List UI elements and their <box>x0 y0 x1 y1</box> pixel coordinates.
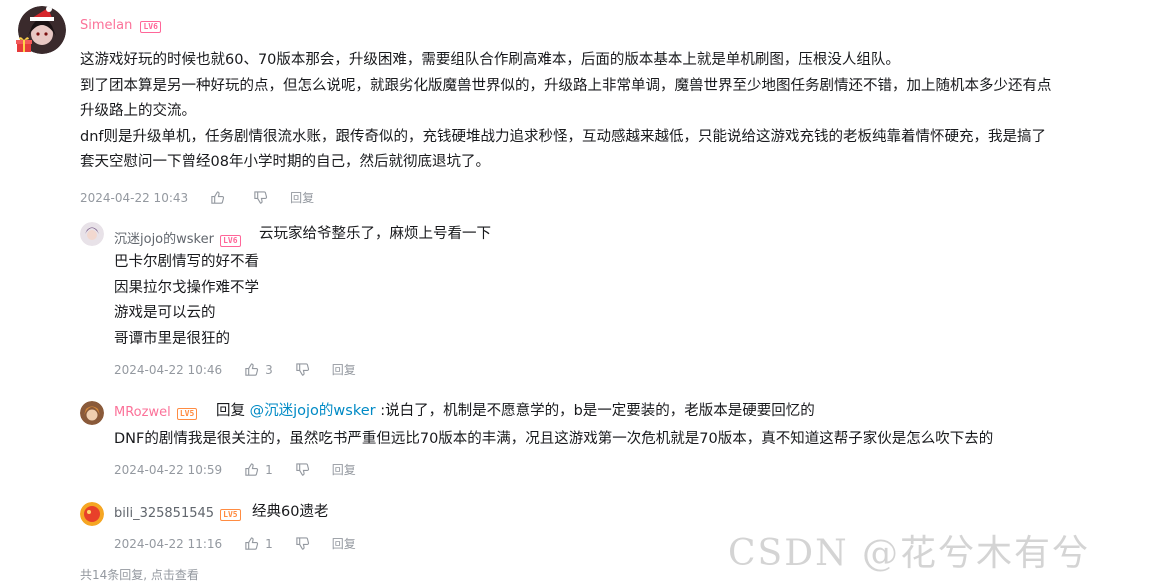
thumbs-up-icon <box>245 537 259 550</box>
reply-prefix: 回复 <box>216 403 250 419</box>
like-button[interactable]: 1 <box>244 462 273 477</box>
level-badge: LV5 <box>176 408 198 420</box>
like-button[interactable]: 1 <box>244 536 273 551</box>
reply-line: 哥谭市里是很狂的 <box>114 330 230 347</box>
mention-link[interactable]: @沉迷jojo的wsker <box>250 403 376 419</box>
thumbs-up-icon <box>245 363 259 376</box>
timestamp: 2024-04-22 11:16 <box>114 536 223 551</box>
reply-content: 巴卡尔剧情写的好不看 因果拉尔戈操作难不学 游戏是可以云的 哥谭市里是很狂的 <box>114 250 259 352</box>
dislike-button[interactable] <box>295 462 310 477</box>
reply-line: 因果拉尔戈操作难不学 <box>114 279 259 296</box>
username-text[interactable]: bili_325851545 <box>114 506 214 521</box>
reply-line: 游戏是可以云的 <box>114 305 216 321</box>
like-button[interactable]: 3 <box>244 362 273 377</box>
timestamp: 2024-04-22 10:59 <box>114 462 223 477</box>
thumbs-down-icon <box>296 363 309 376</box>
thumbs-up-icon <box>245 463 259 476</box>
reply-line: 巴卡尔剧情写的好不看 <box>114 254 259 270</box>
comment-content: 这游戏好玩的时候也就60、70版本那会，升级困难，需要组队合作刷高难本，后面的版… <box>80 48 1052 176</box>
timestamp: 2024-04-22 10:46 <box>114 362 223 377</box>
comment-line: 这游戏好玩的时候也就60、70版本那会，升级困难，需要组队合作刷高难本，后面的版… <box>80 52 900 68</box>
avatar-image <box>80 222 104 246</box>
comment-meta: 2024-04-22 10:43 回复 <box>80 189 314 206</box>
level-badge: LV6 <box>140 21 161 33</box>
like-button[interactable] <box>210 190 231 205</box>
avatar-image <box>80 401 104 425</box>
reply-username[interactable]: bili_325851545 LV5 <box>114 506 241 521</box>
username-text[interactable]: Simelan <box>80 18 132 33</box>
reply-meta: 2024-04-22 10:59 1 回复 <box>114 461 356 478</box>
username-text[interactable]: 沉迷jojo的wsker <box>114 232 214 247</box>
level-badge: LV5 <box>220 509 241 521</box>
reply-button[interactable]: 回复 <box>332 361 356 378</box>
reply-username[interactable]: 沉迷jojo的wsker LV6 <box>114 228 241 247</box>
reply-first-line: 回复 @沉迷jojo的wsker :说白了，机制是不愿意学的，b是一定要装的，老… <box>216 399 815 425</box>
comment-line: dnf则是升级单机，任务剧情很流水账，跟传奇似的，充钱硬堆战力追求秒怪，互动感越… <box>80 128 1046 145</box>
timestamp: 2024-04-22 10:43 <box>80 190 189 205</box>
username-text[interactable]: MRozwel <box>114 405 171 420</box>
view-more-replies[interactable]: 共14条回复, 点击查看 <box>80 566 199 583</box>
reply-avatar[interactable] <box>80 222 104 246</box>
like-count: 1 <box>265 462 273 477</box>
dislike-button[interactable] <box>253 190 268 205</box>
reply-meta: 2024-04-22 11:16 1 回复 <box>114 535 356 552</box>
watermark: CSDN @花兮木有兮 <box>728 533 1091 574</box>
like-count: 3 <box>265 362 273 377</box>
comment-line: 升级路上的交流。 <box>80 103 196 119</box>
comment-line: 到了团本算是另一种好玩的点，但怎么说呢，就跟劣化版魔兽世界似的，升级路上非常单调… <box>80 77 1052 94</box>
reply-button[interactable]: 回复 <box>332 461 356 478</box>
avatar-image <box>80 502 104 526</box>
dislike-button[interactable] <box>295 536 310 551</box>
reply-first-line: 经典60遗老 <box>252 504 329 520</box>
reply-avatar[interactable] <box>80 502 104 526</box>
reply-avatar[interactable] <box>80 401 104 425</box>
comment-line: 套天空慰问一下曾经08年小学时期的自己，然后就彻底退坑了。 <box>80 154 490 170</box>
like-count: 1 <box>265 536 273 551</box>
level-badge: LV6 <box>220 235 241 247</box>
reply-button[interactable]: 回复 <box>290 189 314 206</box>
gift-icon <box>16 37 32 52</box>
comment-username[interactable]: Simelan LV6 <box>80 18 161 33</box>
dislike-button[interactable] <box>295 362 310 377</box>
thumbs-down-icon <box>254 191 268 204</box>
reply-first-line: 云玩家给爷整乐了，麻烦上号看一下 <box>259 226 491 242</box>
reply-text: :说白了，机制是不愿意学的，b是一定要装的，老版本是硬要回忆的 <box>375 403 815 419</box>
reply-button[interactable]: 回复 <box>332 535 356 552</box>
thumbs-down-icon <box>296 537 309 550</box>
reply-line: DNF的剧情我是很关注的，虽然吃书严重但远比70版本的丰满，况且这游戏第一次危机… <box>114 431 994 447</box>
reply-meta: 2024-04-22 10:46 3 回复 <box>114 361 356 378</box>
thumbs-up-icon <box>211 191 225 204</box>
reply-username[interactable]: MRozwel LV5 <box>114 405 198 420</box>
thumbs-down-icon <box>296 463 309 476</box>
